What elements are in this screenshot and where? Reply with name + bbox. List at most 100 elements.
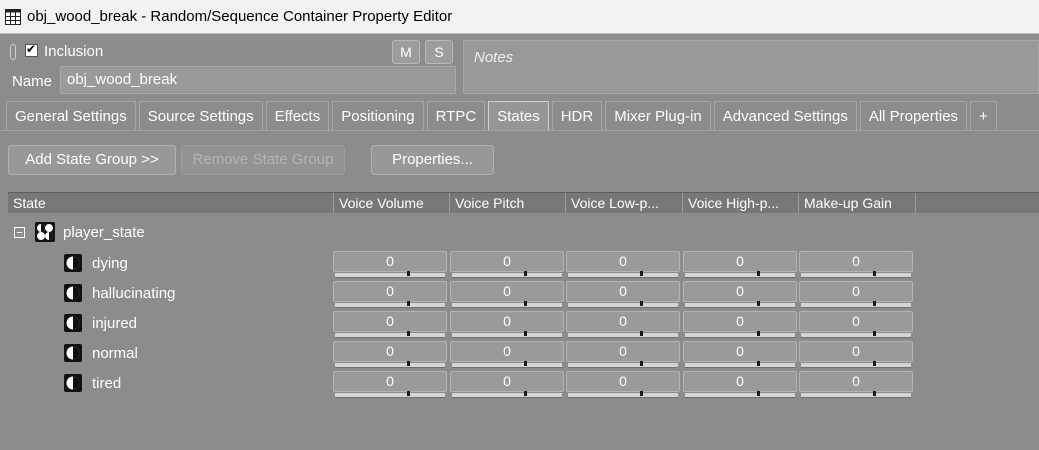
slider-thumb[interactable] xyxy=(524,361,527,366)
drag-handle-icon[interactable] xyxy=(10,44,16,60)
property-value-field[interactable]: 0 xyxy=(566,341,680,362)
property-cell[interactable]: 0 xyxy=(333,371,447,398)
property-cell[interactable]: 0 xyxy=(683,311,797,338)
slider-thumb[interactable] xyxy=(873,331,876,336)
property-value-field[interactable]: 0 xyxy=(683,251,797,272)
slider-thumb[interactable] xyxy=(640,301,643,306)
property-slider[interactable] xyxy=(335,303,445,308)
property-slider[interactable] xyxy=(685,273,795,278)
slider-thumb[interactable] xyxy=(757,271,760,276)
property-cell[interactable]: 0 xyxy=(566,371,680,398)
property-cell[interactable]: 0 xyxy=(683,251,797,278)
tab-add[interactable]: + xyxy=(970,101,997,130)
property-cell[interactable]: 0 xyxy=(566,311,680,338)
column-header-state[interactable]: State xyxy=(8,193,334,213)
notes-field[interactable]: Notes xyxy=(463,40,1039,94)
property-slider[interactable] xyxy=(568,393,678,398)
tab-rtpc[interactable]: RTPC xyxy=(426,101,486,130)
property-value-field[interactable]: 0 xyxy=(566,251,680,272)
property-cell[interactable]: 0 xyxy=(566,341,680,368)
tab-hdr[interactable]: HDR xyxy=(551,101,603,130)
tab-general-settings[interactable]: General Settings xyxy=(6,101,136,130)
column-header-voice-low-pass[interactable]: Voice Low-p... xyxy=(566,193,683,213)
property-cell[interactable]: 0 xyxy=(566,281,680,308)
slider-thumb[interactable] xyxy=(640,331,643,336)
state-row-0[interactable]: dying xyxy=(64,253,128,273)
column-header-voice-high-pass[interactable]: Voice High-p... xyxy=(683,193,799,213)
property-value-field[interactable]: 0 xyxy=(683,311,797,332)
property-value-field[interactable]: 0 xyxy=(799,251,913,272)
tab-mixer-plug-in[interactable]: Mixer Plug-in xyxy=(605,101,711,130)
property-cell[interactable]: 0 xyxy=(450,341,564,368)
state-row-3[interactable]: normal xyxy=(64,343,138,363)
slider-thumb[interactable] xyxy=(524,391,527,396)
slider-thumb[interactable] xyxy=(873,301,876,306)
property-cell[interactable]: 0 xyxy=(799,251,913,278)
slider-thumb[interactable] xyxy=(757,301,760,306)
slider-thumb[interactable] xyxy=(757,361,760,366)
remove-state-group-button[interactable]: Remove State Group xyxy=(181,145,345,175)
property-value-field[interactable]: 0 xyxy=(566,311,680,332)
property-value-field[interactable]: 0 xyxy=(683,371,797,392)
property-cell[interactable]: 0 xyxy=(683,371,797,398)
tab-source-settings[interactable]: Source Settings xyxy=(138,101,263,130)
tab-effects[interactable]: Effects xyxy=(265,101,330,130)
tab-all-properties[interactable]: All Properties xyxy=(859,101,968,130)
property-slider[interactable] xyxy=(801,303,911,308)
tab-positioning[interactable]: Positioning xyxy=(332,101,424,130)
property-value-field[interactable]: 0 xyxy=(799,371,913,392)
property-value-field[interactable]: 0 xyxy=(566,281,680,302)
property-cell[interactable]: 0 xyxy=(799,341,913,368)
tab-states[interactable]: States xyxy=(488,101,549,130)
property-slider[interactable] xyxy=(335,273,445,278)
property-cell[interactable]: 0 xyxy=(799,281,913,308)
property-cell[interactable]: 0 xyxy=(333,281,447,308)
property-value-field[interactable]: 0 xyxy=(799,311,913,332)
name-field[interactable]: obj_wood_break xyxy=(60,66,456,94)
column-header-voice-volume[interactable]: Voice Volume xyxy=(334,193,450,213)
collapse-icon[interactable] xyxy=(14,226,25,238)
property-value-field[interactable]: 0 xyxy=(799,341,913,362)
column-header-voice-pitch[interactable]: Voice Pitch xyxy=(450,193,566,213)
slider-thumb[interactable] xyxy=(757,391,760,396)
property-cell[interactable]: 0 xyxy=(450,251,564,278)
property-cell[interactable]: 0 xyxy=(333,251,447,278)
property-cell[interactable]: 0 xyxy=(450,371,564,398)
property-value-field[interactable]: 0 xyxy=(450,341,564,362)
property-value-field[interactable]: 0 xyxy=(333,311,447,332)
property-slider[interactable] xyxy=(801,363,911,368)
property-slider[interactable] xyxy=(335,393,445,398)
property-value-field[interactable]: 0 xyxy=(683,281,797,302)
state-row-1[interactable]: hallucinating xyxy=(64,283,175,303)
property-slider[interactable] xyxy=(568,333,678,338)
property-cell[interactable]: 0 xyxy=(799,371,913,398)
slider-thumb[interactable] xyxy=(873,361,876,366)
add-state-group-button[interactable]: Add State Group >> xyxy=(8,145,176,175)
property-value-field[interactable]: 0 xyxy=(450,281,564,302)
slider-thumb[interactable] xyxy=(407,301,410,306)
property-cell[interactable]: 0 xyxy=(450,311,564,338)
inclusion-checkbox[interactable]: ✔ xyxy=(25,42,38,57)
property-slider[interactable] xyxy=(568,273,678,278)
property-value-field[interactable]: 0 xyxy=(683,341,797,362)
property-slider[interactable] xyxy=(801,393,911,398)
property-value-field[interactable]: 0 xyxy=(333,371,447,392)
slider-thumb[interactable] xyxy=(524,271,527,276)
property-slider[interactable] xyxy=(801,273,911,278)
property-slider[interactable] xyxy=(452,363,562,368)
property-slider[interactable] xyxy=(452,273,562,278)
property-slider[interactable] xyxy=(685,333,795,338)
property-value-field[interactable]: 0 xyxy=(450,311,564,332)
property-cell[interactable]: 0 xyxy=(566,251,680,278)
property-cell[interactable]: 0 xyxy=(683,281,797,308)
property-slider[interactable] xyxy=(452,303,562,308)
property-value-field[interactable]: 0 xyxy=(450,251,564,272)
property-slider[interactable] xyxy=(335,363,445,368)
state-row-2[interactable]: injured xyxy=(64,313,137,333)
property-slider[interactable] xyxy=(568,303,678,308)
tab-advanced-settings[interactable]: Advanced Settings xyxy=(713,101,857,130)
slider-thumb[interactable] xyxy=(524,331,527,336)
property-slider[interactable] xyxy=(685,363,795,368)
slider-thumb[interactable] xyxy=(757,331,760,336)
property-value-field[interactable]: 0 xyxy=(333,251,447,272)
